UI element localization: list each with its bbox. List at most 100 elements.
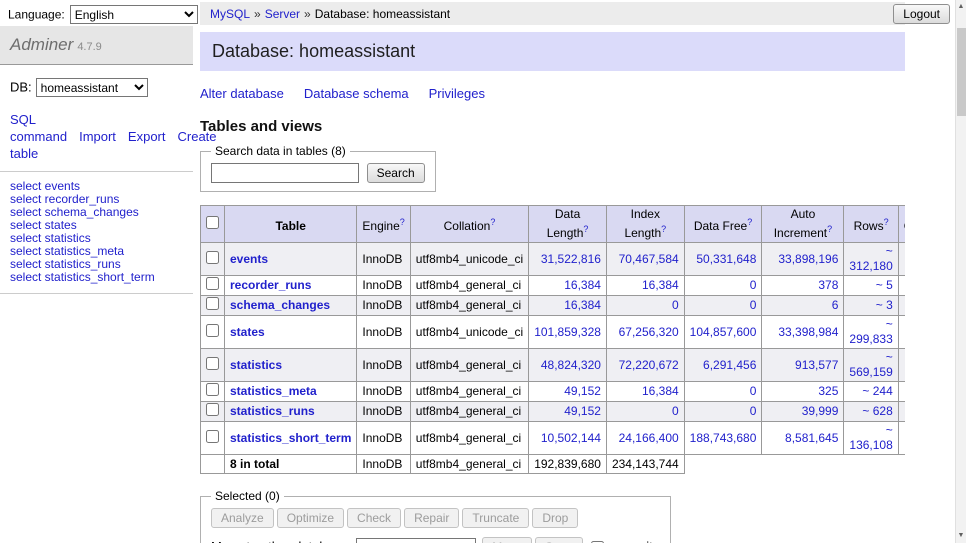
rows-count-link[interactable]: ~ 312,180 xyxy=(849,244,892,273)
table-name-link[interactable]: recorder_runs xyxy=(230,278,311,292)
data-free-link[interactable]: 0 xyxy=(750,278,757,292)
sidebar-action-link[interactable]: Export xyxy=(128,129,166,144)
row-checkbox[interactable] xyxy=(206,277,219,290)
data-length-link[interactable]: 101,859,328 xyxy=(534,325,601,339)
data-length-link[interactable]: 31,522,816 xyxy=(541,252,601,266)
auto-increment-link[interactable]: 8,581,645 xyxy=(785,431,838,445)
column-help-link[interactable]: ? xyxy=(661,224,666,234)
select-all-checkbox[interactable] xyxy=(206,216,219,229)
sidebar-table-link[interactable]: select states xyxy=(10,218,77,232)
move-button[interactable]: Move xyxy=(482,537,531,543)
scroll-down-arrow[interactable]: ▼ xyxy=(956,530,966,542)
rows-count-link[interactable]: ~ 569,159 xyxy=(849,350,892,379)
data-free-link[interactable]: 6,291,456 xyxy=(703,358,756,372)
table-name-link[interactable]: statistics_meta xyxy=(230,384,317,398)
vertical-scrollbar[interactable]: ▲ ▼ xyxy=(955,0,966,543)
data-free-cell: 6,291,456 xyxy=(684,349,762,382)
column-help-link[interactable]: ? xyxy=(490,217,495,227)
sidebar-action-link[interactable]: SQL command xyxy=(10,112,67,144)
rows-count-link[interactable]: ~ 244 xyxy=(862,384,892,398)
database-action-link[interactable]: Privileges xyxy=(429,86,485,101)
row-checkbox-cell xyxy=(201,296,225,316)
row-checkbox[interactable] xyxy=(206,403,219,416)
auto-increment-link[interactable]: 913,577 xyxy=(795,358,838,372)
row-checkbox[interactable] xyxy=(206,383,219,396)
database-action-link[interactable]: Alter database xyxy=(200,86,284,101)
index-length-link[interactable]: 16,384 xyxy=(642,384,679,398)
rows-count-link[interactable]: ~ 3 xyxy=(876,298,893,312)
data-free-link[interactable]: 188,743,680 xyxy=(690,431,757,445)
scrollbar-thumb[interactable] xyxy=(957,28,966,116)
index-length-link[interactable]: 72,220,672 xyxy=(619,358,679,372)
sidebar-action-link[interactable]: Import xyxy=(79,129,116,144)
rows-count-link[interactable]: ~ 299,833 xyxy=(849,317,892,346)
column-help-link[interactable]: ? xyxy=(884,217,889,227)
auto-increment-link[interactable]: 325 xyxy=(818,384,838,398)
row-checkbox[interactable] xyxy=(206,324,219,337)
row-checkbox[interactable] xyxy=(206,297,219,310)
data-length-link[interactable]: 49,152 xyxy=(564,404,601,418)
column-help-link[interactable]: ? xyxy=(747,217,752,227)
data-free-link[interactable]: 104,857,600 xyxy=(690,325,757,339)
row-checkbox[interactable] xyxy=(206,357,219,370)
auto-increment-link[interactable]: 6 xyxy=(832,298,839,312)
rows-count-link[interactable]: ~ 136,108 xyxy=(849,423,892,452)
table-name-link[interactable]: schema_changes xyxy=(230,298,330,312)
data-free-link[interactable]: 0 xyxy=(750,404,757,418)
index-length-link[interactable]: 0 xyxy=(672,404,679,418)
index-length-link[interactable]: 67,256,320 xyxy=(619,325,679,339)
rows-count-link[interactable]: ~ 628 xyxy=(862,404,892,418)
index-length-link[interactable]: 70,467,584 xyxy=(619,252,679,266)
auto-increment-link[interactable]: 33,898,196 xyxy=(778,252,838,266)
search-input[interactable] xyxy=(211,163,359,183)
sidebar-table-link[interactable]: select statistics_meta xyxy=(10,244,124,258)
selected-action-button[interactable]: Drop xyxy=(532,508,578,528)
column-help-link[interactable]: ? xyxy=(583,224,588,234)
column-help-link[interactable]: ? xyxy=(827,224,832,234)
move-db-select[interactable]: homeassistant xyxy=(356,538,476,543)
index-length-link[interactable]: 0 xyxy=(672,298,679,312)
sidebar-table-link[interactable]: select statistics_short_term xyxy=(10,270,155,284)
selected-action-button[interactable]: Repair xyxy=(404,508,459,528)
data-length-link[interactable]: 16,384 xyxy=(564,298,601,312)
search-button[interactable]: Search xyxy=(367,163,425,183)
auto-increment-link[interactable]: 33,398,984 xyxy=(778,325,838,339)
row-checkbox[interactable] xyxy=(206,251,219,264)
selected-action-button[interactable]: Truncate xyxy=(462,508,529,528)
scroll-up-arrow[interactable]: ▲ xyxy=(956,1,966,13)
auto-increment-link[interactable]: 378 xyxy=(818,278,838,292)
table-name-link[interactable]: statistics_runs xyxy=(230,404,315,418)
data-length-link[interactable]: 10,502,144 xyxy=(541,431,601,445)
db-select[interactable]: homeassistant xyxy=(36,78,148,97)
table-name-link[interactable]: events xyxy=(230,252,268,266)
row-checkbox[interactable] xyxy=(206,430,219,443)
logout-button[interactable]: Logout xyxy=(893,4,950,24)
breadcrumb-server-link[interactable]: Server xyxy=(265,7,300,21)
copy-button[interactable]: Copy xyxy=(535,537,583,543)
sidebar-table-link[interactable]: select events xyxy=(10,179,80,193)
rows-count-link[interactable]: ~ 5 xyxy=(876,278,893,292)
sidebar-table-link[interactable]: select statistics_runs xyxy=(10,257,121,271)
auto-increment-link[interactable]: 39,999 xyxy=(802,404,839,418)
selected-action-button[interactable]: Optimize xyxy=(277,508,344,528)
column-help-link[interactable]: ? xyxy=(400,217,405,227)
table-name-link[interactable]: statistics xyxy=(230,358,282,372)
data-length-link[interactable]: 49,152 xyxy=(564,384,601,398)
table-name-link[interactable]: statistics_short_term xyxy=(230,431,351,445)
index-length-link[interactable]: 24,166,400 xyxy=(619,431,679,445)
data-free-link[interactable]: 0 xyxy=(750,298,757,312)
sidebar-table-link[interactable]: select recorder_runs xyxy=(10,192,119,206)
database-action-link[interactable]: Database schema xyxy=(304,86,409,101)
sidebar-table-link[interactable]: select statistics xyxy=(10,231,91,245)
language-select[interactable]: English xyxy=(70,5,198,24)
data-length-link[interactable]: 16,384 xyxy=(564,278,601,292)
selected-action-button[interactable]: Check xyxy=(347,508,401,528)
selected-action-button[interactable]: Analyze xyxy=(211,508,274,528)
data-free-link[interactable]: 50,331,648 xyxy=(696,252,756,266)
breadcrumb-mysql-link[interactable]: MySQL xyxy=(210,7,250,21)
sidebar-table-link[interactable]: select schema_changes xyxy=(10,205,139,219)
data-length-link[interactable]: 48,824,320 xyxy=(541,358,601,372)
index-length-link[interactable]: 16,384 xyxy=(642,278,679,292)
table-name-link[interactable]: states xyxy=(230,325,265,339)
data-free-link[interactable]: 0 xyxy=(750,384,757,398)
